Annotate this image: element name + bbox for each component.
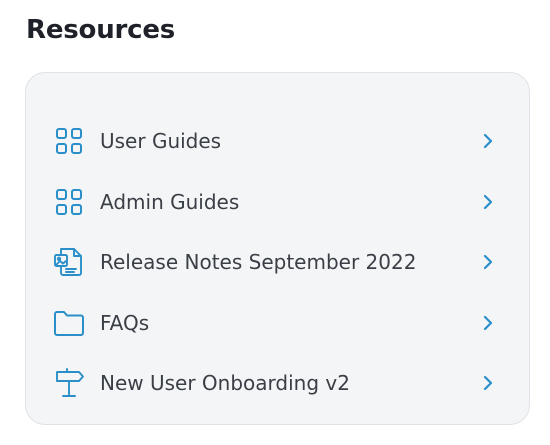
resource-item-onboarding[interactable]: New User Onboarding v2: [26, 353, 529, 414]
chevron-right-icon: [481, 133, 495, 149]
folder-icon: [53, 307, 85, 339]
section-title: Resources: [26, 15, 176, 45]
chevron-right-icon: [481, 375, 495, 391]
resource-item-admin-guides[interactable]: Admin Guides: [26, 172, 529, 233]
chevron-right-icon: [481, 194, 495, 210]
resource-item-label: Admin Guides: [100, 189, 240, 214]
chevron-right-icon: [481, 254, 495, 270]
resource-item-release-notes[interactable]: Release Notes September 2022: [26, 232, 529, 293]
resources-panel: User Guides Admin Guides Release Notes S…: [25, 72, 530, 425]
grid-icon: [53, 186, 85, 218]
signpost-icon: [53, 367, 85, 399]
document-image-icon: [53, 246, 85, 278]
resource-item-faqs[interactable]: FAQs: [26, 293, 529, 354]
chevron-right-icon: [481, 315, 495, 331]
resource-item-label: New User Onboarding v2: [100, 371, 350, 396]
resource-item-user-guides[interactable]: User Guides: [26, 111, 529, 172]
grid-icon: [53, 125, 85, 157]
resource-item-label: Release Notes September 2022: [100, 250, 417, 275]
resource-item-label: FAQs: [100, 310, 150, 335]
resource-item-label: User Guides: [100, 129, 222, 154]
